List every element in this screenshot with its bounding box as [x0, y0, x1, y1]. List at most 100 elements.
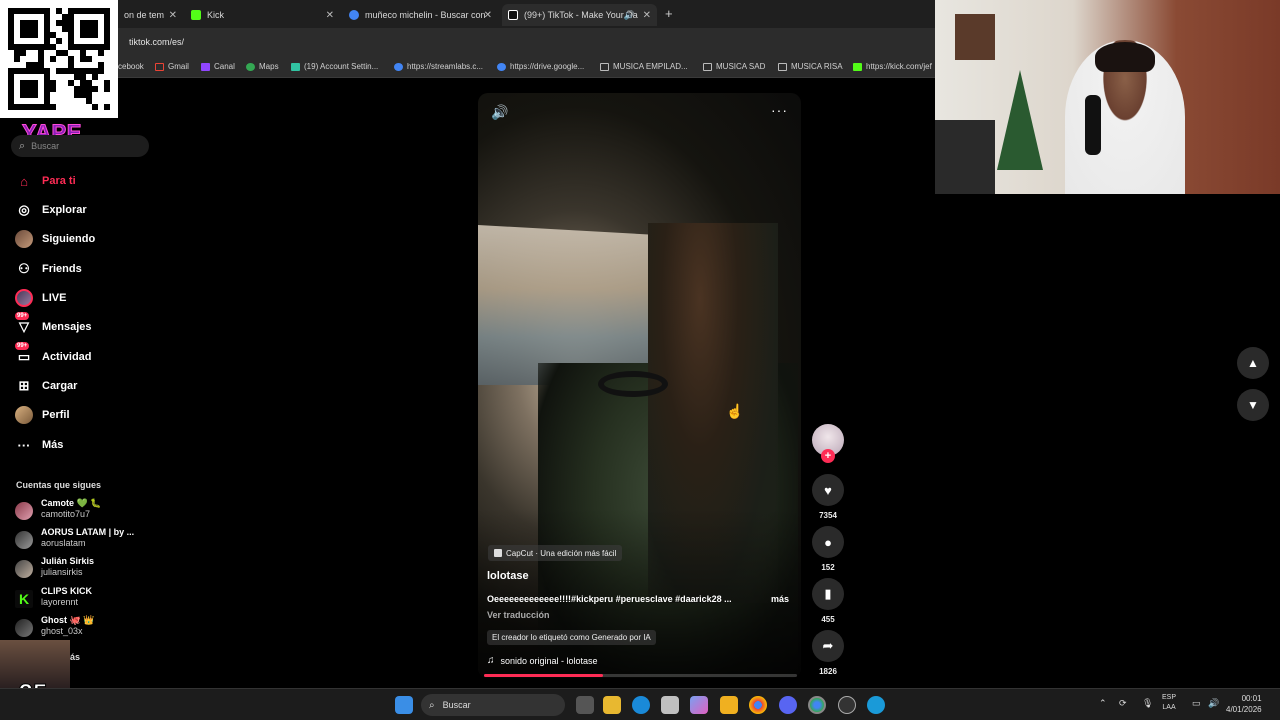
clock-date: 4/01/2026	[1226, 705, 1262, 714]
network-icon[interactable]: ⟳	[1119, 698, 1127, 709]
followed-account[interactable]: Ghost 🐙 👑 ghost_03x	[15, 615, 165, 641]
like-button[interactable]: ♥	[812, 474, 844, 506]
microphone-icon[interactable]: 🎙	[1142, 698, 1153, 709]
windows-start-icon[interactable]	[395, 696, 413, 714]
follow-plus-icon[interactable]: +	[821, 449, 835, 463]
followed-account[interactable]: AORUS LATAM | by ... aoruslatam	[15, 527, 165, 553]
sidebar-item-mensajes[interactable]: ▽ 99+ Mensajes	[15, 312, 92, 338]
bookmark-folder[interactable]: MUSICA EMPILAD...	[600, 62, 688, 71]
app-blue-icon[interactable]	[867, 696, 885, 714]
steering-wheel	[598, 371, 668, 397]
bookmark-item[interactable]: Canal	[201, 62, 235, 71]
search-input[interactable]: ⌕ Buscar	[11, 135, 149, 157]
volume-icon[interactable]: 🔊	[491, 104, 508, 121]
bookmark-item[interactable]: https://drive.google...	[497, 62, 584, 71]
followed-account[interactable]: Camote 💚 🐛 camotito7u7	[15, 498, 165, 524]
more-dots-icon: ···	[17, 437, 31, 453]
obs-icon[interactable]	[838, 696, 856, 714]
translate-link[interactable]: Ver traducción	[487, 610, 550, 620]
edge-icon[interactable]	[632, 696, 650, 714]
close-icon[interactable]: ✕	[484, 10, 492, 21]
sound-link[interactable]: ♫ sonido original - lolotase	[487, 655, 598, 666]
bookmark-folder[interactable]: MUSICA RISA	[778, 62, 843, 71]
address-bar[interactable]: tiktok.com/es/	[0, 28, 935, 56]
caption-more-button[interactable]: más	[771, 594, 789, 604]
sidebar-item-live[interactable]: LIVE	[15, 287, 66, 309]
followed-account[interactable]: Julián Sirkis juliansirkis	[15, 556, 165, 582]
close-icon[interactable]: ✕	[643, 10, 651, 21]
tab-title: on de tem	[124, 10, 165, 20]
video-progress-bar[interactable]	[484, 674, 797, 677]
sidebar-item-mas[interactable]: ··· Más	[15, 434, 64, 456]
following-title: Cuentas que sigues	[16, 480, 102, 490]
monitor-icon[interactable]: ▭	[1192, 698, 1201, 709]
browser-tab-kick[interactable]: Kick ✕	[185, 4, 340, 26]
chevron-down-icon: ▼	[1247, 398, 1259, 412]
bookmark-item[interactable]: (19) Account Settin...	[291, 62, 378, 71]
effect-label: CapCut · Una edición más fácil	[506, 548, 617, 558]
bookmark-folder[interactable]: MUSICA SAD	[703, 62, 765, 71]
bookmark-item[interactable]: https://streamlabs.c...	[394, 62, 483, 71]
speaker-icon[interactable]: 🔊	[624, 10, 635, 21]
heart-icon: ♥	[824, 482, 832, 498]
browser-tab-google[interactable]: muñeco michelin - Buscar con ✕	[343, 4, 498, 26]
bookmark-item[interactable]: Maps	[246, 62, 279, 71]
account-icon	[291, 62, 300, 71]
speaker-icon[interactable]: 🔊	[1208, 698, 1219, 709]
discord-icon[interactable]	[779, 696, 797, 714]
task-view-icon[interactable]	[576, 696, 594, 714]
layout-code: LAA	[1162, 704, 1176, 711]
kick-icon	[191, 10, 201, 20]
sidebar-item-friends[interactable]: ⚇ Friends	[15, 258, 82, 280]
friends-icon: ⚇	[18, 261, 30, 276]
following-avatar-icon	[15, 230, 33, 248]
bookmarks-bar: cebook Gmail Canal Maps (19) Account Set…	[0, 56, 935, 78]
sidebar-item-label: Mensajes	[42, 321, 92, 333]
sidebar-item-cargar[interactable]: ⊞ Cargar	[15, 375, 78, 397]
chevron-up-icon[interactable]: ⌃	[1099, 698, 1107, 709]
tab-title: Kick	[207, 10, 225, 20]
ai-generated-label: El creador lo etiquetó como Generado por…	[487, 630, 656, 645]
snipping-tool-icon[interactable]	[661, 696, 679, 714]
copilot-icon[interactable]	[690, 696, 708, 714]
share-button[interactable]: ➦	[812, 630, 844, 662]
bookmark-item[interactable]: Gmail	[155, 62, 189, 71]
account-name: Ghost 🐙 👑	[41, 615, 95, 625]
comment-button[interactable]: ●	[812, 526, 844, 558]
system-clock[interactable]: 00:01 4/01/2026	[1226, 693, 1262, 715]
sidebar-item-actividad[interactable]: ▭ 99+ Actividad	[15, 342, 92, 368]
next-video-button[interactable]: ▼	[1237, 389, 1269, 421]
bookmark-item[interactable]: https://kick.com/jef	[853, 62, 932, 71]
video-player[interactable]	[478, 93, 801, 678]
more-options-icon[interactable]: ···	[771, 102, 788, 118]
followed-account[interactable]: K CLIPS KICK layorennt	[15, 586, 165, 612]
sidebar-item-explorar[interactable]: ◎ Explorar	[15, 199, 86, 221]
wall-picture	[955, 14, 995, 60]
file-explorer-icon[interactable]	[603, 696, 621, 714]
close-icon[interactable]: ✕	[326, 10, 334, 21]
taskbar-search[interactable]: ⌕ Buscar	[421, 694, 565, 716]
comment-count: 152	[821, 563, 835, 572]
new-tab-button[interactable]: +	[665, 6, 673, 21]
browser-tab-strip: on de tem ✕ Kick ✕ muñeco michelin - Bus…	[0, 0, 935, 28]
chrome-icon[interactable]	[749, 696, 767, 714]
account-name: Camote 💚 🐛	[41, 498, 102, 508]
browser-tab-1[interactable]: on de tem ✕	[118, 4, 183, 26]
language-indicator[interactable]: ESP LAA	[1162, 693, 1176, 713]
close-icon[interactable]: ✕	[169, 10, 177, 21]
clock-time: 00:01	[1241, 694, 1262, 703]
sidebar-item-siguiendo[interactable]: Siguiendo	[15, 228, 95, 250]
chrome-profile-icon[interactable]	[808, 696, 826, 714]
sidebar-item-para-ti[interactable]: ⌂ Para ti	[15, 170, 76, 192]
app-w-icon[interactable]	[720, 696, 738, 714]
avatar	[15, 531, 33, 549]
browser-tab-tiktok[interactable]: (99+) TikTok - Make Your Da 🔊 ✕	[502, 4, 657, 26]
video-author[interactable]: lolotase	[487, 570, 529, 582]
see-more-link[interactable]: ás	[70, 652, 80, 662]
bookmark-item[interactable]: cebook	[118, 62, 144, 71]
save-button[interactable]: ▮	[812, 578, 844, 610]
effect-tag[interactable]: CapCut · Una edición más fácil	[488, 545, 623, 561]
previous-video-button[interactable]: ▲	[1237, 347, 1269, 379]
bookmark-icon: ▮	[824, 586, 832, 601]
sidebar-item-perfil[interactable]: Perfil	[15, 404, 70, 426]
